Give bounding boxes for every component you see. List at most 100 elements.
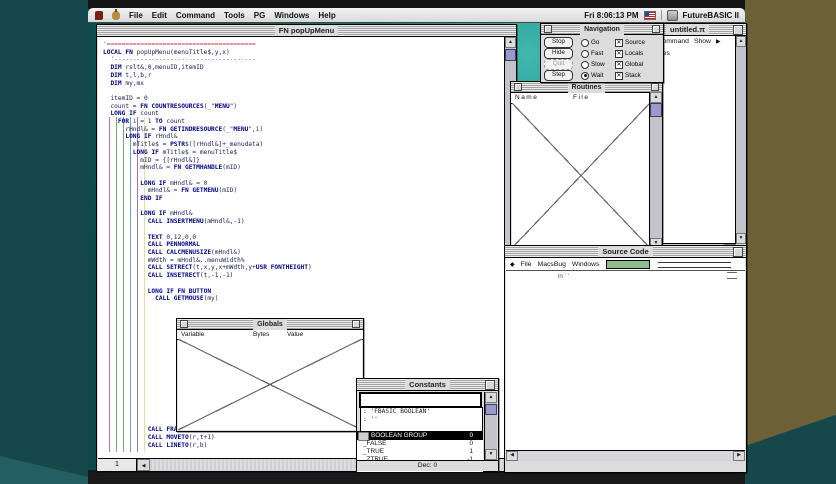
close-box-icon[interactable] — [514, 83, 522, 91]
code-line[interactable]: LONG IF rHndl& — [103, 133, 504, 141]
code-line[interactable]: LONG IF mHndl& = 0 — [103, 180, 504, 188]
source-horizontal-scrollbar[interactable]: ◀ ▶ — [506, 450, 745, 461]
menu-edit[interactable]: Edit — [152, 11, 167, 20]
scroll-left-icon[interactable]: ◀ — [137, 459, 150, 471]
column-variable[interactable]: Variable — [181, 331, 204, 338]
code-line[interactable]: '-------------------------------------- — [103, 56, 504, 64]
column-bytes[interactable]: Bytes — [253, 331, 269, 338]
code-line[interactable] — [103, 203, 504, 211]
code-line[interactable]: CALL INSERTMENU(mHndl&,-1) — [103, 218, 504, 226]
line-number-cell[interactable]: 1 — [98, 459, 137, 471]
code-line[interactable]: '=======================================… — [103, 41, 504, 49]
scrollbar-thumb[interactable] — [505, 49, 516, 61]
code-line[interactable]: END IF — [103, 195, 504, 203]
zoom-box-icon[interactable] — [651, 83, 659, 91]
checkbox-checked-icon[interactable]: ✕ — [615, 60, 623, 69]
collapse-box-icon[interactable] — [733, 247, 743, 257]
scroll-down-icon[interactable]: ▼ — [736, 233, 746, 244]
code-line[interactable]: CALL GETMOUSE(my) — [103, 295, 504, 303]
code-line[interactable]: LONG IF FN BUTTON — [103, 288, 504, 296]
zoom-box-icon[interactable] — [733, 25, 743, 35]
scroll-up-icon[interactable]: ▲ — [485, 392, 497, 403]
code-line[interactable]: DIM rslt&,0,menuID,itemID — [103, 64, 504, 72]
futurebasic-app-icon[interactable] — [666, 9, 678, 21]
radio-icon[interactable] — [581, 49, 589, 58]
scroll-up-icon[interactable]: ▲ — [650, 92, 662, 103]
scroll-down-icon[interactable]: ▼ — [485, 449, 497, 460]
code-line[interactable]: count = FN COUNTRESOURCES(_"MENU") — [103, 103, 504, 111]
code-line[interactable] — [103, 172, 504, 180]
code-line[interactable] — [103, 226, 504, 234]
checkbox-checked-icon[interactable]: ✕ — [615, 49, 623, 58]
code-line[interactable]: mID = {[rHndl&]} — [103, 157, 504, 165]
radio-wait[interactable]: Wait — [581, 71, 615, 80]
code-line[interactable]: itemID = 0 — [103, 95, 504, 103]
clock[interactable]: Fri 8:06:13 PM — [584, 11, 638, 20]
constants-vertical-scrollbar[interactable]: ▲ ▼ — [484, 392, 497, 460]
stop-button[interactable]: Stop — [544, 37, 573, 48]
apple-icon[interactable]: ◆ — [510, 261, 515, 268]
globals-list[interactable] — [178, 339, 362, 430]
menu-tools[interactable]: Tools — [224, 11, 245, 20]
scroll-right-icon[interactable]: ▶ — [716, 38, 721, 45]
menu-command[interactable]: Command — [176, 11, 215, 20]
routines-list[interactable] — [512, 103, 650, 248]
code-line[interactable]: FOR i = 1 TO count — [103, 118, 504, 126]
column-name[interactable]: Name — [515, 94, 538, 101]
checkbox-global[interactable]: ✕ Global — [615, 60, 643, 69]
code-line[interactable]: TEXT 0,12,0,0 — [103, 234, 504, 242]
scroll-up-icon[interactable]: ▲ — [505, 37, 516, 48]
code-line[interactable]: rHndl& = FN GETINDRESOURCE(_"MENU",i) — [103, 126, 504, 134]
runtime-menu-windows[interactable]: Windows — [572, 261, 600, 268]
radio-go[interactable]: Go — [581, 38, 615, 47]
menu-windows[interactable]: Windows — [274, 11, 309, 20]
constant-row[interactable]: _FALSE 0 — [357, 440, 483, 448]
radio-fast[interactable]: Fast — [581, 49, 615, 58]
scroll-right-icon[interactable]: ▶ — [733, 451, 745, 461]
code-line[interactable]: CALL PENNORMAL — [103, 241, 504, 249]
code-line[interactable]: LONG IF mHndl& — [103, 210, 504, 218]
code-line[interactable]: LONG IF mTitle$ = menuTitle$ — [103, 149, 504, 157]
routines-vertical-scrollbar[interactable]: ▲ ▼ — [649, 92, 662, 249]
runtime-menu-macsbug[interactable]: MacsBug — [538, 261, 566, 268]
close-box-icon[interactable] — [544, 25, 552, 33]
menu-file[interactable]: File — [129, 11, 143, 20]
checkbox-checked-icon[interactable]: ✕ — [615, 71, 623, 80]
us-flag-icon[interactable] — [643, 10, 656, 20]
step-button[interactable]: Step — [544, 70, 573, 81]
globals-title-bar[interactable]: Globals — [177, 318, 363, 330]
scroll-up-icon[interactable]: ▲ — [736, 36, 746, 47]
code-line[interactable] — [103, 87, 504, 95]
code-line[interactable]: mWdth = mHndl&..menuWidth% — [103, 257, 504, 265]
column-file[interactable]: File — [573, 94, 589, 101]
checkbox-source[interactable]: ✕ Source — [615, 38, 645, 47]
zoom-box-icon[interactable] — [352, 320, 360, 328]
constants-title-bar[interactable]: Constants — [357, 379, 498, 391]
radio-icon[interactable] — [581, 38, 589, 47]
code-line[interactable]: mTitle$ = PSTR$([rHndl&]+_menudata) — [103, 141, 504, 149]
constant-row[interactable]: _TRUE 1 — [357, 448, 483, 456]
code-line[interactable]: CALL SETRECT(t,x,y,x+mWdth,y+USR FONTHEI… — [103, 264, 504, 272]
radio-slow[interactable]: Slow — [581, 60, 615, 69]
code-line[interactable]: CALL INSETRECT(t,-1,-1) — [103, 272, 504, 280]
application-menu[interactable]: FutureBASIC II — [683, 11, 739, 20]
zoom-box-icon[interactable] — [485, 380, 495, 390]
radio-icon[interactable] — [581, 60, 589, 69]
project-menu-show[interactable]: Show — [694, 38, 711, 45]
menu-help[interactable]: Help — [318, 11, 335, 20]
code-line[interactable]: DIM my,mx — [103, 80, 504, 88]
constant-row[interactable]: BOOLEAN GROUP 0 — [357, 431, 483, 441]
code-line[interactable] — [103, 303, 504, 311]
checkbox-stack[interactable]: ✕ Stack — [615, 71, 641, 80]
routines-title-bar[interactable]: Routines — [511, 81, 662, 93]
scroll-left-icon[interactable]: ◀ — [506, 451, 518, 461]
checkbox-locals[interactable]: ✕ Locals — [615, 49, 643, 58]
code-line[interactable]: DIM t,l,b,r — [103, 72, 504, 80]
code-line[interactable]: mHndl& = FN GETMHANDLE(mID) — [103, 164, 504, 172]
source-code-title-bar[interactable]: Source Code — [505, 246, 746, 258]
close-box-icon[interactable] — [180, 320, 188, 328]
quit-button[interactable]: Quit — [544, 59, 573, 70]
radio-icon[interactable] — [581, 71, 589, 80]
code-line[interactable]: LONG IF count — [103, 110, 504, 118]
checkbox-checked-icon[interactable]: ✕ — [615, 38, 623, 47]
